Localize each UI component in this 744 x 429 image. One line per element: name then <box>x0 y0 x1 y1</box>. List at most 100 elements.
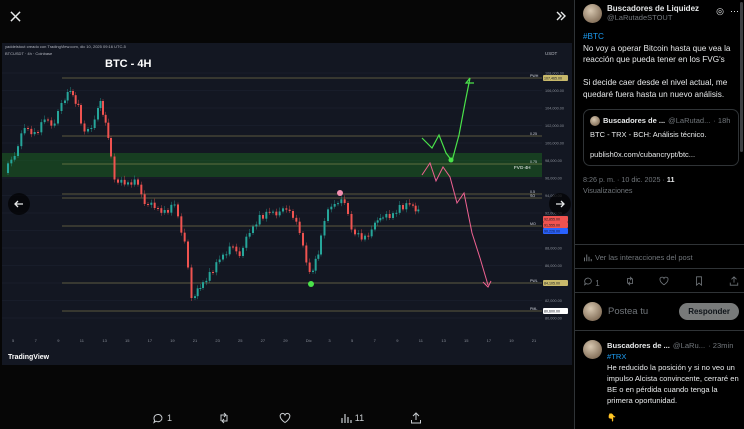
chart-image: yaddelstout creado con TradingView.com, … <box>2 43 572 365</box>
candle-body <box>364 235 366 240</box>
candle-body <box>83 123 86 132</box>
price-tick: 108,000.00 <box>545 72 564 76</box>
heart-icon <box>659 276 669 286</box>
share-icon <box>729 276 739 286</box>
level-label: 0.75 <box>530 160 537 164</box>
more-icon[interactable]: ⋯ <box>730 6 739 17</box>
price-tick: 104,000.00 <box>545 107 564 111</box>
candle-body <box>130 182 133 185</box>
candle-body <box>157 208 159 209</box>
post-text-block: #BTC No voy a operar Bitcoin hasta que v… <box>583 31 739 100</box>
candle-body <box>412 204 414 206</box>
tradingview-brand: TradingView <box>8 354 50 361</box>
candle-body <box>285 208 288 210</box>
candle-body <box>376 220 379 223</box>
price-tick: 106,000.00 <box>545 89 564 93</box>
candle-body <box>102 101 104 115</box>
reply-author-handle[interactable]: @LaRu... <box>673 340 705 351</box>
reply-input[interactable]: Postea tu <box>608 306 673 317</box>
date-tick: 7 <box>35 338 38 343</box>
author-name[interactable]: Buscadores de Liquidez <box>607 4 699 13</box>
date-tick: 15 <box>464 338 469 343</box>
author-handle[interactable]: @LaRutadeSTOUT <box>607 13 699 22</box>
quoted-post[interactable]: Buscadores de ... @LaRutad... · 18h BTC … <box>583 109 739 166</box>
date-tick: 17 <box>487 338 492 343</box>
close-button[interactable] <box>4 5 26 27</box>
reply-hashtag[interactable]: #TRX <box>607 351 739 362</box>
candle-body <box>385 214 388 218</box>
quoted-age: · 18h <box>713 116 731 125</box>
candle-body <box>199 288 202 289</box>
reply-author-name[interactable]: Buscadores de ... <box>607 340 670 351</box>
avatar[interactable] <box>583 340 602 359</box>
repost-icon <box>220 412 228 424</box>
candle-body <box>187 241 189 268</box>
views-action[interactable]: 11 <box>340 412 364 424</box>
reply-text: He reducido la posición y si no veo un i… <box>607 363 739 405</box>
candle-body <box>232 246 234 248</box>
post-timestamp[interactable]: 8:26 p. m. · 10 dic. 2025 · <box>583 175 665 184</box>
reply-action[interactable]: 1 <box>152 412 172 424</box>
candle-body <box>398 205 401 213</box>
candle-body <box>305 245 308 263</box>
candle-body <box>262 215 264 219</box>
candle-body <box>37 132 39 133</box>
candle-body <box>265 211 268 219</box>
candle-body <box>367 235 370 237</box>
like-action[interactable] <box>279 412 294 424</box>
post-interactions-link[interactable]: Ver las interacciones del post <box>583 253 693 262</box>
comment-icon <box>583 277 592 286</box>
previous-image-button[interactable] <box>8 193 30 215</box>
candle-body <box>77 103 80 105</box>
price-tag: 84,105.00 <box>544 282 560 286</box>
candle-body <box>414 205 417 212</box>
share-icon <box>410 412 421 424</box>
reply-button[interactable]: Responder <box>679 303 739 320</box>
candle-body <box>143 194 146 204</box>
candle-body <box>167 210 169 213</box>
candle-body <box>347 203 349 214</box>
like-stat[interactable] <box>659 276 669 288</box>
bearish-projection <box>421 161 489 286</box>
date-tick: 21 <box>193 338 198 343</box>
repost-icon <box>626 276 633 286</box>
candle-body <box>60 103 63 111</box>
candle-body <box>72 91 74 96</box>
quoted-link[interactable]: publish0x.com/cubancrypt/btc... <box>590 149 732 160</box>
quoted-author-name: Buscadores de ... <box>603 116 666 125</box>
candle-body <box>80 105 82 124</box>
next-image-button[interactable] <box>549 193 571 215</box>
candle-body <box>235 246 238 252</box>
candle-body <box>27 128 29 129</box>
candle-body <box>320 235 322 255</box>
reply-post[interactable]: Buscadores de ... @LaRu... · 23min #TRX … <box>583 340 739 423</box>
repost-action[interactable] <box>218 412 233 424</box>
interactions-label: Ver las interacciones del post <box>595 253 693 262</box>
candle-body <box>317 254 320 259</box>
candle-body <box>194 296 196 298</box>
repost-stat[interactable] <box>625 276 635 288</box>
level-label: PWL <box>530 279 538 283</box>
reply-stat[interactable]: 1 <box>583 276 600 288</box>
price-tick: 100,000.00 <box>545 142 564 146</box>
media-viewer: yaddelstout creado con TradingView.com, … <box>0 0 574 429</box>
avatar[interactable] <box>583 4 602 23</box>
reply-emoji: 👇 <box>607 413 617 422</box>
date-tick: 7 <box>374 338 377 343</box>
candle-body <box>104 114 107 123</box>
views-count: 11 <box>354 413 365 423</box>
collapse-panel-button[interactable] <box>550 5 572 27</box>
scrollbar[interactable] <box>740 2 743 152</box>
candle-body <box>327 209 329 221</box>
candle-body <box>202 282 204 288</box>
share-stat[interactable] <box>729 276 739 288</box>
date-tick: 27 <box>261 338 266 343</box>
grok-icon[interactable]: ◎ <box>716 6 724 17</box>
price-tag: 91,555.00 <box>544 224 560 228</box>
date-tick: 23 <box>215 338 220 343</box>
candle-body <box>10 159 13 164</box>
share-action[interactable] <box>410 412 422 424</box>
hashtag-link[interactable]: #BTC <box>583 32 604 41</box>
fvg-label: FVG-4H <box>514 165 531 170</box>
bookmark-stat[interactable] <box>694 276 704 288</box>
